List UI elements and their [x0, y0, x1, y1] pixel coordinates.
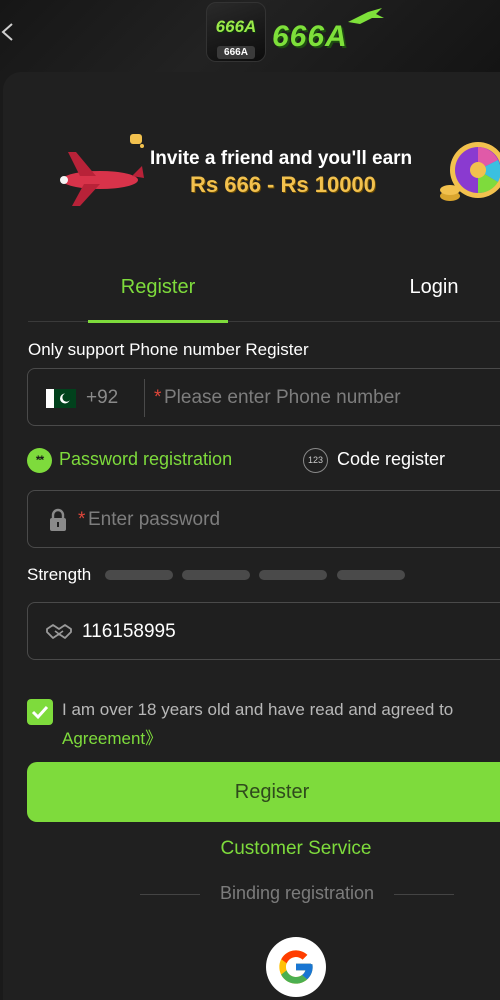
- google-login-button[interactable]: [266, 937, 326, 997]
- chevron-left-icon: [1, 23, 13, 41]
- tab-register-label: Register: [120, 276, 196, 298]
- agreement-link[interactable]: Agreement》: [62, 724, 162, 749]
- strength-label: Strength: [27, 565, 92, 584]
- register-button-label: Register: [234, 781, 310, 803]
- divider-line: [394, 894, 454, 895]
- banner-amount: Rs 666 - Rs 10000: [190, 172, 376, 197]
- strength-segment: [337, 570, 405, 580]
- prize-wheel-icon: [440, 142, 500, 201]
- invite-code-value[interactable]: 116158995: [82, 621, 176, 643]
- back-button[interactable]: [0, 18, 20, 46]
- plane-icon: [348, 8, 384, 24]
- phone-input-placeholder[interactable]: Please enter Phone number: [164, 387, 401, 409]
- phone-number-field[interactable]: +92 * Please enter Phone number: [27, 368, 500, 426]
- password-mode-icon: **: [27, 448, 52, 473]
- country-dial-code[interactable]: +92: [86, 387, 118, 409]
- register-button[interactable]: Register: [27, 762, 500, 822]
- tab-register[interactable]: Register: [88, 262, 228, 323]
- invite-banner[interactable]: Invite a friend and you'll earn Rs 666 -…: [50, 112, 500, 212]
- airplane-illustration-icon: [60, 134, 144, 206]
- agreement-checkbox[interactable]: [27, 699, 53, 725]
- strength-segment: [182, 570, 250, 580]
- handshake-icon: [46, 624, 72, 639]
- agreement-text: I am over 18 years old and have read and…: [62, 700, 454, 719]
- required-mark: *: [78, 509, 86, 530]
- auth-tabs: Register Login: [28, 262, 500, 323]
- registration-mode-options: ** Password registration 123 Code regist…: [27, 446, 487, 474]
- tab-login-label: Login: [409, 276, 459, 298]
- password-input-placeholder[interactable]: Enter password: [88, 509, 220, 531]
- agreement-row: I am over 18 years old and have read and…: [27, 697, 500, 749]
- app-logo-badge: 666A 666A: [206, 2, 266, 62]
- pakistan-flag-icon: [46, 389, 76, 408]
- app-logo-text: 666A: [272, 20, 348, 53]
- binding-registration-divider: Binding registration: [140, 882, 454, 906]
- password-registration-label: Password registration: [59, 449, 233, 469]
- active-tab-indicator: [88, 320, 228, 323]
- logo-badge-text: 666A: [215, 17, 257, 36]
- logo-badge-subtext: 666A: [217, 46, 255, 59]
- customer-service-link[interactable]: Customer Service: [0, 838, 500, 860]
- checkmark-icon: [31, 705, 49, 720]
- code-mode-icon: 123: [303, 448, 328, 473]
- google-icon: [279, 950, 313, 984]
- password-strength-meter: Strength: [27, 564, 427, 586]
- code-register-label: Code register: [337, 449, 446, 469]
- invite-code-field[interactable]: 116158995: [27, 602, 500, 660]
- lock-icon: [50, 508, 66, 531]
- field-divider: [144, 379, 145, 417]
- strength-segment: [259, 570, 327, 580]
- phone-only-notice: Only support Phone number Register: [28, 340, 309, 359]
- strength-segment: [105, 570, 173, 580]
- tab-login[interactable]: Login: [388, 262, 480, 322]
- password-field[interactable]: * Enter password: [27, 490, 500, 548]
- required-mark: *: [154, 387, 162, 408]
- banner-title: Invite a friend and you'll earn: [150, 148, 413, 169]
- top-bar: 666A 666A 666A: [0, 0, 500, 72]
